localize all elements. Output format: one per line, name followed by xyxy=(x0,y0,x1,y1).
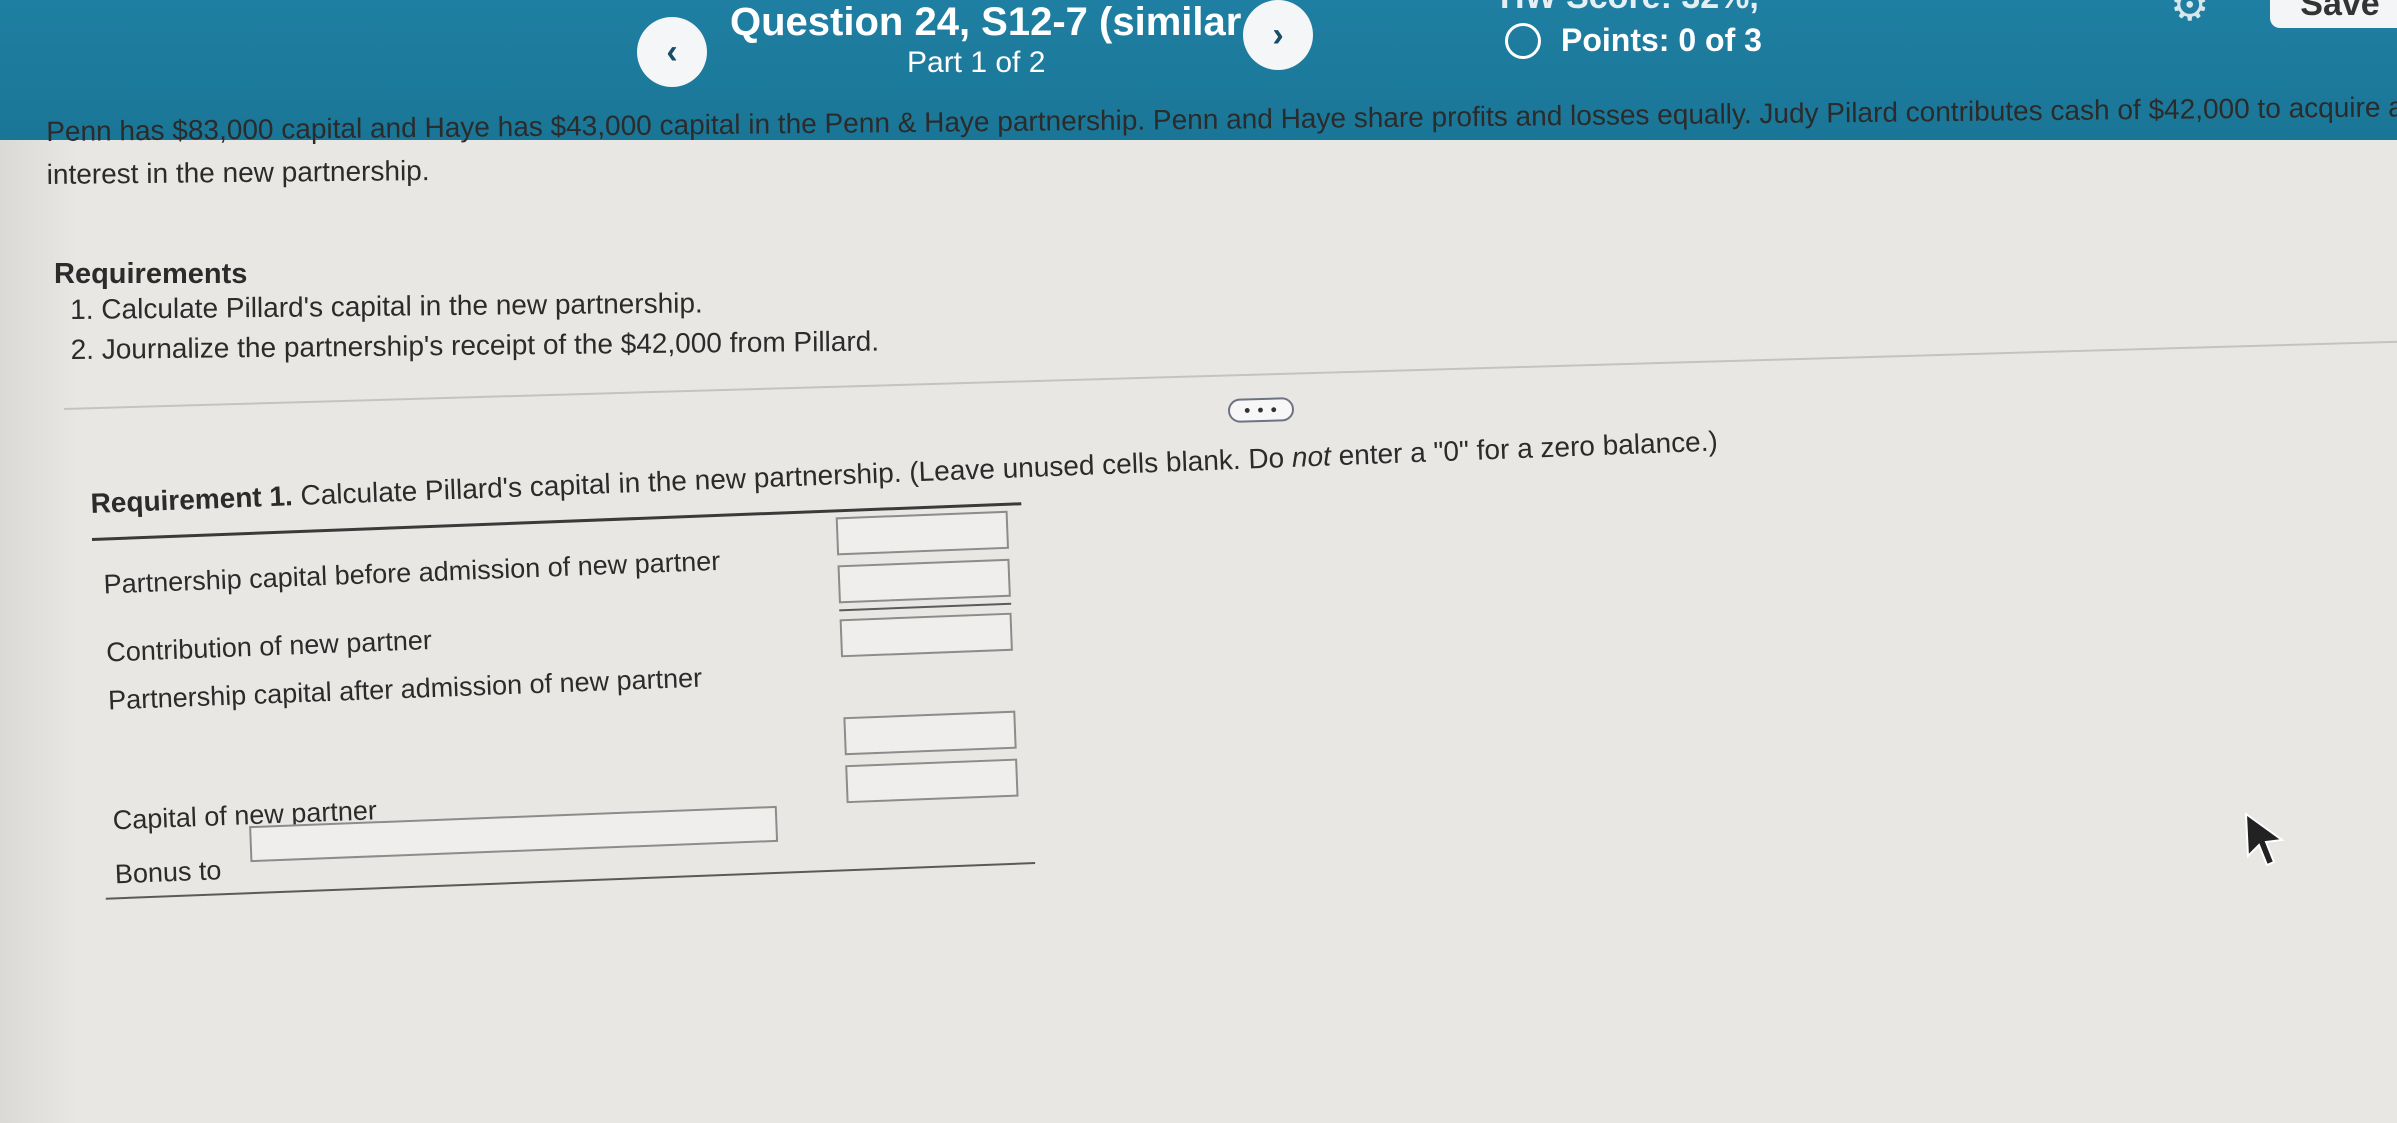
gear-icon[interactable]: ⚙ xyxy=(2170,0,2209,31)
expand-more-button[interactable]: • • • xyxy=(1227,397,1295,423)
question-title: Question 24, S12-7 (similar to) xyxy=(730,0,1304,44)
requirement-1-title: Requirement 1. Calculate Pillard's capit… xyxy=(90,425,1718,520)
contribution-input[interactable] xyxy=(837,558,1011,604)
capital-after-input[interactable] xyxy=(839,612,1013,658)
hw-score: HW Score: 32%, xyxy=(1500,0,1759,17)
requirement-1-label: Requirement 1. xyxy=(90,480,294,519)
next-question-button[interactable]: › xyxy=(1243,0,1313,70)
row-label-bonus: Bonus to xyxy=(114,855,222,890)
row-label-capital-before: Partnership capital before admission of … xyxy=(103,545,721,600)
capital-before-input[interactable] xyxy=(835,510,1010,556)
row-label-capital-after: Partnership capital after admission of n… xyxy=(107,662,703,716)
requirements-list: 1. Calculate Pillard's capital in the ne… xyxy=(70,282,879,370)
save-button[interactable]: Save xyxy=(2270,0,2397,28)
sum-rule xyxy=(839,602,1012,612)
ellipsis-icon: • • • xyxy=(1243,399,1279,421)
question-part: Part 1 of 2 xyxy=(907,46,1046,79)
requirement-item: 2. Journalize the partnership's receipt … xyxy=(70,325,880,365)
previous-question-button[interactable]: ‹ xyxy=(637,17,707,87)
mouse-cursor-icon xyxy=(2244,811,2285,867)
capital-new-partner-input[interactable] xyxy=(843,710,1017,756)
row-label-contribution: Contribution of new partner xyxy=(105,625,433,668)
points-label: Points: 0 of 3 xyxy=(1561,22,1762,58)
requirement-1-form: Requirement 1. Calculate Pillard's capit… xyxy=(90,425,1718,900)
bottom-rule xyxy=(105,861,1036,900)
chevron-right-icon: › xyxy=(1272,15,1284,54)
chevron-left-icon: ‹ xyxy=(666,32,678,71)
points-status: Points: 0 of 3 xyxy=(1505,22,1762,59)
requirement-1-emphasis: not xyxy=(1291,440,1332,473)
requirement-1-text: Calculate Pillard's capital in the new p… xyxy=(292,441,1293,512)
requirements-heading: Requirements xyxy=(54,258,248,290)
bonus-amount-input[interactable] xyxy=(845,758,1019,804)
requirement-1-text-end: enter a "0" for a zero balance.) xyxy=(1330,425,1719,472)
status-circle-icon xyxy=(1505,22,1541,59)
